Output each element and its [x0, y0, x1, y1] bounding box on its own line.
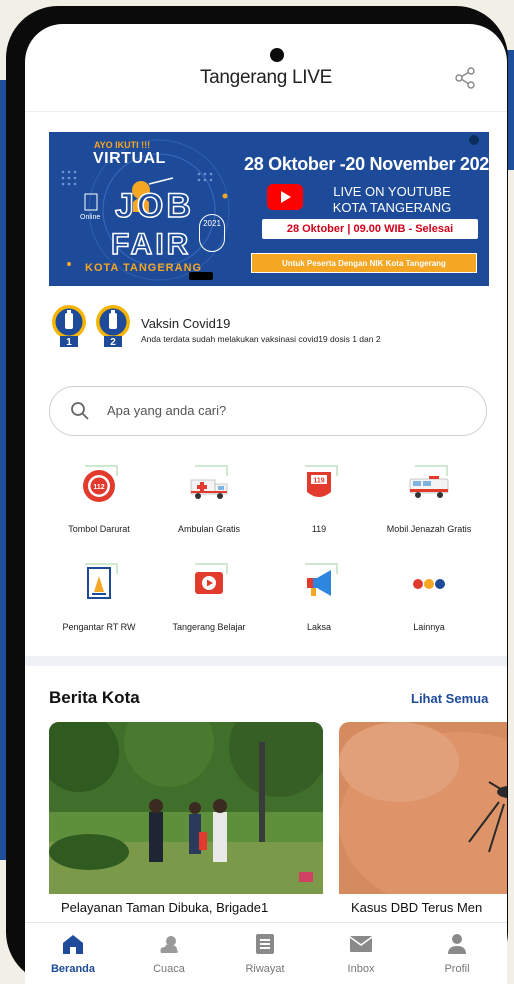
banner-ayo-text: AYO IKUTI !!! [94, 140, 151, 150]
svg-text:119: 119 [313, 478, 324, 485]
banner-dates: 28 Oktober -20 November 2021 [244, 154, 489, 174]
banner-year-badge: 2021 [199, 214, 225, 252]
nav-inbox[interactable]: Inbox [313, 923, 409, 984]
nav-label: Beranda [50, 963, 96, 975]
mail-icon [349, 936, 373, 952]
phone-119-icon: 119 [305, 465, 338, 497]
service-label: Tombol Darurat [68, 524, 130, 534]
phone-frame: Tangerang LIVE AYO IKUTI !!! VIRTUAL Onl… [6, 6, 508, 984]
search-input[interactable]: Apa yang anda cari? [49, 386, 487, 436]
service-label: Ambulan Gratis [177, 524, 241, 534]
megaphone-icon [305, 563, 338, 596]
service-119[interactable]: 119 119 [264, 462, 374, 542]
banner-live-line2: KOTA TANGERANG [332, 200, 452, 215]
youtube-icon [267, 184, 303, 210]
nav-profil[interactable]: Profil [409, 923, 505, 984]
banner-live-text: LIVE ON YOUTUBE KOTA TANGERANG [317, 184, 467, 216]
news-title: Kasus DBD Terus Men [351, 900, 483, 915]
service-mobil-jenazah[interactable]: Mobil Jenazah Gratis [374, 462, 484, 542]
vaccine-dose-1-number: 1 [66, 337, 72, 348]
history-icon [256, 934, 274, 954]
banner-job-text: JOB [114, 186, 194, 226]
vaccine-dose-1-icon: 1 [52, 305, 86, 348]
home-icon [63, 935, 83, 954]
emergency-112-icon: 112 [83, 465, 118, 502]
news-card[interactable]: Kasus DBD Terus Men [339, 722, 507, 922]
app-screen: Tangerang LIVE AYO IKUTI !!! VIRTUAL Onl… [25, 24, 507, 984]
search-icon [71, 402, 89, 420]
hearse-icon [409, 465, 449, 498]
service-label: 119 [311, 524, 327, 534]
service-label: Laksa [306, 622, 332, 632]
news-card[interactable]: Pelayanan Taman Dibuka, Brigade1 [49, 722, 323, 922]
banner-virtual-text: VIRTUAL [93, 150, 166, 167]
banner-online-text: Online [80, 214, 101, 221]
nav-label: Riwayat [245, 963, 285, 975]
nav-label: Inbox [347, 963, 375, 975]
weather-icon [160, 936, 178, 953]
promo-banner[interactable]: AYO IKUTI !!! VIRTUAL Online JOB FAIR 20… [49, 132, 489, 286]
vaccine-dose-2-icon: 2 [96, 305, 130, 348]
service-tombol-darurat[interactable]: 112 Tombol Darurat [44, 462, 154, 542]
service-label: Mobil Jenazah Gratis [386, 524, 472, 534]
vaccine-description: Anda terdata sudah melakukan vaksinasi c… [141, 334, 381, 344]
more-dots-icon [413, 579, 445, 589]
service-laksa[interactable]: Laksa [264, 560, 374, 640]
vaccine-dose-2-number: 2 [110, 337, 116, 348]
news-section-title: Berita Kota [49, 688, 140, 707]
ambulance-icon [190, 465, 228, 499]
banner-kota-text: KOTA TANGERANG [85, 262, 203, 274]
document-icon [85, 563, 118, 599]
service-lainnya[interactable]: Lainnya [374, 560, 484, 640]
bottom-navigation: Beranda Cuaca Riwayat Inbox Profil [25, 922, 507, 984]
service-label: Pengantar RT RW [62, 622, 136, 632]
nav-label: Cuaca [153, 963, 185, 975]
app-header: Tangerang LIVE [25, 24, 507, 112]
nav-riwayat[interactable]: Riwayat [217, 923, 313, 984]
service-label: Lainnya [413, 622, 445, 632]
app-title: Tangerang LIVE [199, 67, 333, 88]
news-photo-mosquito [339, 722, 507, 912]
service-pengantar-rt-rw[interactable]: Pengantar RT RW [44, 560, 154, 640]
store-badge-icon [189, 272, 213, 280]
banner-note: Untuk Peserta Dengan NIK Kota Tangerang [251, 253, 477, 273]
banner-live-line1: LIVE ON YOUTUBE [333, 184, 451, 199]
vaccine-title: Vaksin Covid19 [141, 316, 231, 331]
section-divider [25, 656, 507, 666]
nav-cuaca[interactable]: Cuaca [121, 923, 217, 984]
news-title: Pelayanan Taman Dibuka, Brigade1 [61, 900, 269, 915]
search-placeholder: Apa yang anda cari? [107, 403, 227, 418]
news-photo-park [49, 722, 323, 894]
camera-notch [270, 48, 284, 62]
video-learning-icon [195, 563, 228, 594]
service-tangerang-belajar[interactable]: Tangerang Belajar [154, 560, 264, 640]
banner-schedule: 28 Oktober | 09.00 WIB - Selesai [262, 219, 478, 239]
see-all-link[interactable]: Lihat Semua [411, 691, 488, 706]
banner-close-icon[interactable] [469, 135, 479, 145]
nav-label: Profil [444, 963, 470, 975]
service-label: Tangerang Belajar [172, 622, 246, 632]
profile-icon [448, 934, 466, 954]
share-icon[interactable] [453, 66, 477, 90]
svg-text:112: 112 [93, 484, 104, 491]
nav-beranda[interactable]: Beranda [25, 923, 121, 984]
service-ambulan-gratis[interactable]: Ambulan Gratis [154, 462, 264, 542]
banner-fair-text: FAIR [110, 227, 192, 262]
